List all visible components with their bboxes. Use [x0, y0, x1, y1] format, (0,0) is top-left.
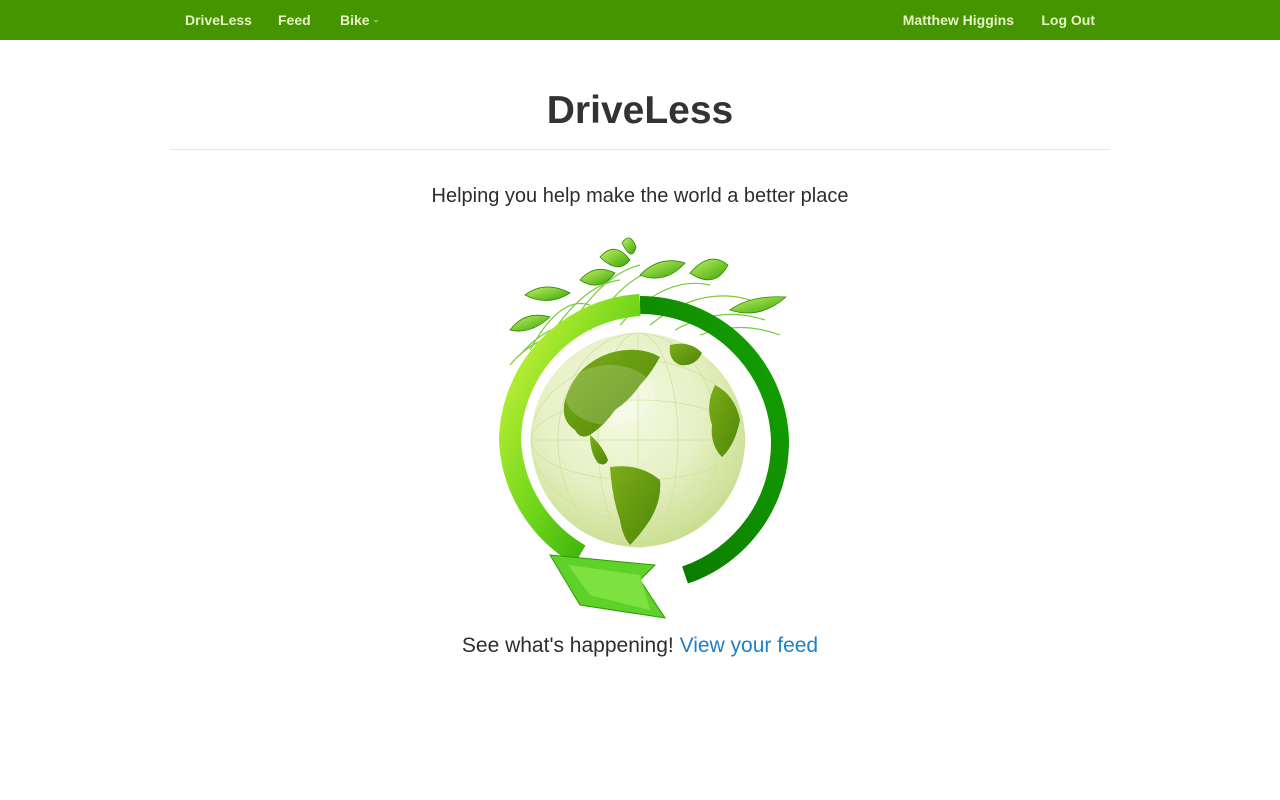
- title-divider: [170, 149, 1110, 150]
- logout-link[interactable]: Log Out: [1041, 0, 1095, 40]
- top-navbar: DriveLess Feed Bike Matthew Higgins Log …: [0, 0, 1280, 40]
- nav-feed-link[interactable]: Feed: [278, 0, 311, 40]
- tagline: Helping you help make the world a better…: [431, 185, 849, 207]
- user-profile-link[interactable]: Matthew Higgins: [903, 0, 1014, 40]
- view-feed-link[interactable]: View your feed: [680, 634, 819, 657]
- page-title: DriveLess: [546, 89, 734, 132]
- cta-text: See what's happening!: [461, 634, 674, 657]
- feed-call-to-action: See what's happening! View your feed: [170, 632, 1110, 660]
- caret-down-icon: [372, 19, 379, 23]
- navbar-container: DriveLess Feed Bike Matthew Higgins Log …: [170, 0, 1110, 40]
- nav-bike-label: Bike: [340, 12, 370, 28]
- brand-link[interactable]: DriveLess: [185, 0, 252, 40]
- green-globe-icon: [490, 235, 790, 620]
- nav-bike-dropdown[interactable]: Bike: [340, 0, 379, 40]
